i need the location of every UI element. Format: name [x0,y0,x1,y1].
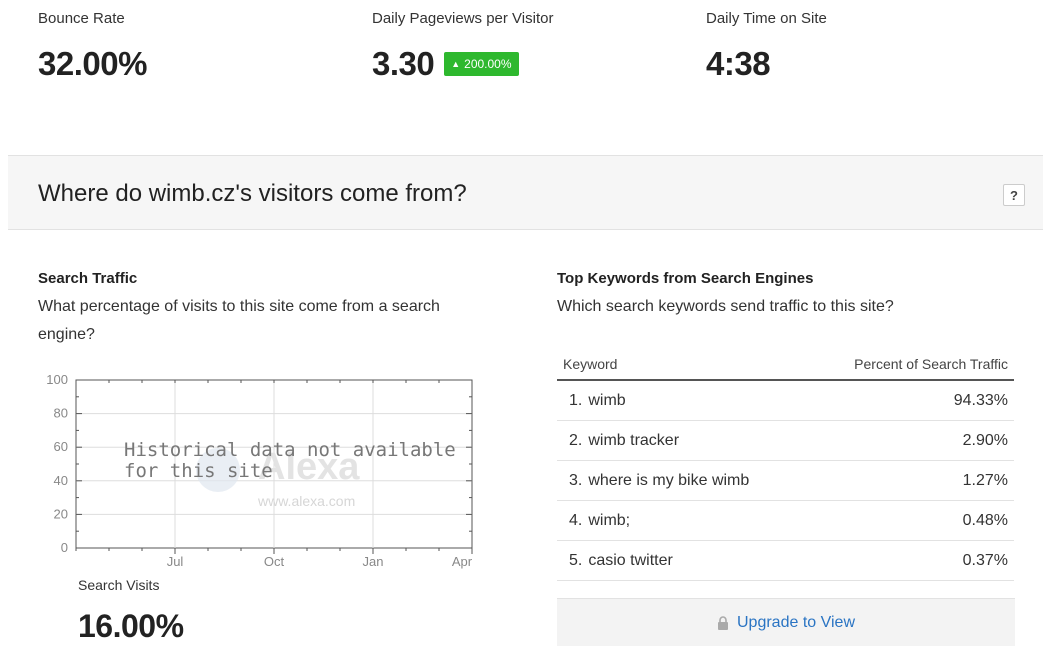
table-row: 1. wimb 94.33% [557,381,1014,421]
table-row: 5. casio twitter 0.37% [557,541,1014,581]
table-row: 3. where is my bike wimb 1.27% [557,461,1014,501]
keyword-percent: 1.27% [962,471,1008,489]
search-visits-value: 16.00% [78,608,184,644]
search-traffic-title: Search Traffic [38,270,138,287]
lock-icon [718,615,728,630]
delta-badge: ▲ 200.00% [444,52,519,76]
metric-bounce-rate: Bounce Rate 32.00% [38,10,147,83]
row-number: 2. [569,431,583,449]
keyword-percent: 2.90% [962,431,1008,449]
metric-label: Bounce Rate [38,10,125,27]
y-tick-label: 60 [54,439,68,454]
help-button[interactable]: ? [1003,184,1025,206]
row-number: 3. [569,471,583,489]
search-visits-label: Search Visits [78,577,160,593]
watermark-url: www.alexa.com [258,493,356,509]
row-number: 4. [569,511,583,529]
table-row: 4. wimb; 0.48% [557,501,1014,541]
row-number: 1. [569,391,583,409]
chart-unavailable-message: Historical data not available for this si… [124,439,456,482]
upgrade-link[interactable]: Upgrade to View [737,614,855,632]
y-tick-label: 80 [54,406,68,421]
up-arrow-icon: ▲ [451,59,461,69]
x-tick-label: Jan [363,554,384,569]
keyword-percent: 0.37% [962,551,1008,569]
metric-value: 32.00% [38,45,147,82]
metric-label: Daily Pageviews per Visitor [372,10,554,27]
metric-pageviews-per-visitor: Daily Pageviews per Visitor 3.30 ▲ 200.00… [372,10,553,83]
keyword-text: wimb; [588,511,631,529]
search-traffic-description: What percentage of visits to this site c… [38,298,440,343]
y-tick-label: 20 [54,506,68,521]
table-header: Keyword Percent of Search Traffic [557,348,1014,381]
metric-label: Daily Time on Site [706,10,827,27]
x-tick-label: Apr [452,554,473,569]
keywords-table: Keyword Percent of Search Traffic 1. wimb… [557,348,1014,581]
y-tick-label: 0 [61,540,68,555]
keyword-text: wimb [588,391,626,409]
section-title: Where do wimb.cz's visitors come from? [38,180,467,207]
keywords-description: Which search keywords send traffic to th… [557,298,894,315]
keyword-percent: 0.48% [962,511,1008,529]
keywords-title: Top Keywords from Search Engines [557,270,814,287]
metric-value: 4:38 [706,45,771,82]
x-tick-label: Oct [264,554,285,569]
metric-value: 3.30 ▲ 200.00% [372,45,553,83]
x-tick-label: Jul [167,554,184,569]
row-number: 5. [569,551,583,569]
upgrade-bar[interactable]: Upgrade to View [557,598,1015,646]
column-header-keyword: Keyword [563,355,618,372]
column-header-percent: Percent of Search Traffic [854,355,1008,372]
metric-time-on-site: Daily Time on Site 4:38 [706,10,827,83]
keyword-text: wimb tracker [588,431,680,449]
keyword-text: casio twitter [588,551,673,569]
y-tick-label: 40 [54,473,68,488]
section-header: Where do wimb.cz's visitors come from? ? [8,155,1043,230]
y-tick-label: 100 [46,372,68,387]
keyword-text: where is my bike wimb [588,471,750,489]
keyword-percent: 94.33% [953,391,1008,409]
table-row: 2. wimb tracker 2.90% [557,421,1014,461]
